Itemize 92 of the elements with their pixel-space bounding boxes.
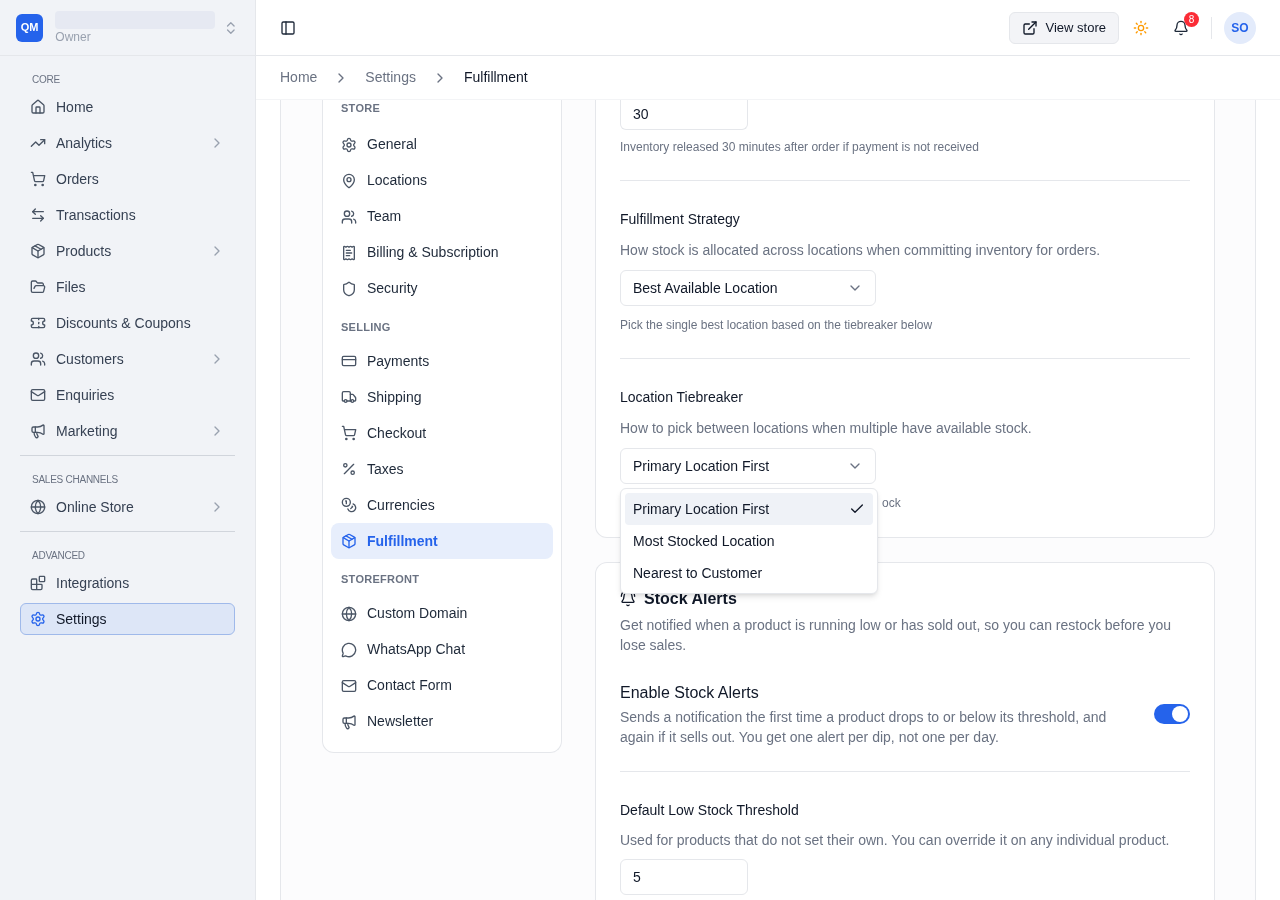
mail-icon (341, 677, 357, 694)
card-icon (341, 353, 357, 369)
number-input[interactable]: 5 (620, 859, 748, 895)
box-icon (30, 243, 46, 259)
section-label: ADVANCED (31, 549, 86, 563)
dropdown-option[interactable]: Nearest to Customer (625, 557, 873, 589)
globe-icon (341, 605, 357, 622)
percent-icon (341, 461, 357, 477)
user-avatar[interactable]: SO (1224, 11, 1256, 44)
settings-nav-item[interactable]: Billing & Subscription (331, 234, 553, 271)
megaphone-icon (341, 713, 357, 730)
house-icon (30, 99, 46, 115)
sidebar-item[interactable]: Files (20, 271, 235, 303)
sidebar-item[interactable]: Online Store (20, 491, 235, 523)
sidebar-item[interactable]: Products (20, 235, 235, 267)
blocks-icon (30, 575, 46, 591)
settings-nav-item[interactable]: Team (331, 198, 553, 235)
field-title: Default Low Stock Threshold (620, 801, 800, 820)
settings-nav-item[interactable]: General (331, 126, 553, 163)
section-label: STORE (340, 101, 382, 116)
chat-icon (341, 641, 357, 658)
section-label: SELLING (340, 319, 392, 335)
field-title: Fulfillment Strategy (620, 210, 741, 229)
settings-nav-item[interactable]: Taxes (331, 451, 553, 487)
users-icon (30, 351, 46, 367)
sidebar-item[interactable]: Discounts & Coupons (20, 307, 235, 339)
sidebar-item[interactable]: Analytics (20, 127, 235, 159)
cart-icon (341, 425, 357, 441)
settings-nav-item[interactable]: Checkout (331, 415, 553, 451)
settings-nav-item[interactable]: WhatsApp Chat (331, 631, 553, 668)
section-label: SALES CHANNELS (31, 473, 119, 487)
settings-nav-item[interactable]: Custom Domain (331, 595, 553, 632)
sidebar-item[interactable]: Home (20, 91, 235, 123)
sidebar-item[interactable]: Enquiries (20, 379, 235, 411)
field-description: How to pick between locations when multiple have available stock. (620, 419, 1033, 438)
sidebar-item[interactable]: Settings (20, 603, 235, 635)
number-input[interactable]: 30 (620, 100, 748, 130)
globe-icon (30, 499, 46, 515)
notification-badge: 8 (1184, 11, 1199, 27)
pin-icon (341, 172, 357, 189)
bell-icon (620, 591, 636, 607)
settings-nav-item[interactable]: Newsletter (331, 703, 553, 740)
folder-icon (30, 279, 46, 295)
section-label: CORE (31, 73, 61, 87)
sidebar-item[interactable]: Marketing (20, 415, 235, 447)
settings-nav-item[interactable]: Security (331, 270, 553, 307)
coins-icon (341, 497, 357, 513)
select-field[interactable]: Primary Location First (620, 448, 876, 484)
sidebar-item[interactable]: Orders (20, 163, 235, 195)
sidebar-item[interactable]: Customers (20, 343, 235, 375)
settings-icon (30, 611, 46, 627)
select-field[interactable]: Best Available Location (620, 270, 876, 306)
shield-icon (341, 280, 357, 297)
settings-nav-item[interactable]: Locations (331, 162, 553, 199)
settings-nav-item[interactable]: Currencies (331, 487, 553, 523)
megaphone-icon (30, 423, 46, 439)
settings-nav-item[interactable]: Contact Form (331, 667, 553, 704)
settings-nav-item[interactable]: Fulfillment (331, 523, 553, 559)
box-icon (341, 533, 357, 549)
ticket-icon (30, 315, 46, 331)
mail-icon (30, 387, 46, 403)
section-label: STOREFRONT (340, 572, 421, 587)
sidebar-toggle-icon[interactable] (280, 19, 296, 36)
sidebar-item[interactable]: Integrations (20, 567, 235, 599)
field-description: Used for products that do not set their own. You can override it on any individual product. (620, 831, 1171, 850)
role-label: Owner (55, 28, 92, 45)
store-avatar: QM (16, 13, 44, 42)
arrows-icon (30, 207, 46, 223)
hint-text: Inventory released 30 minutes after order if payment is not received (620, 139, 980, 156)
field-description: How stock is allocated across locations when committing inventory for orders. (620, 241, 1102, 260)
card-description: Get notified when a product is running low or has sold out, so you can restock before you lose sales. (620, 616, 1172, 655)
field-description: Sends a notification the first time a product drops to or below its threshold, and again if it sells out. You get one alert per dip, not one per day. (620, 708, 1108, 747)
cart-icon (30, 171, 46, 187)
settings-nav-item[interactable]: Shipping (331, 379, 553, 415)
view-store-button[interactable]: View store (1008, 11, 1119, 44)
hint-text: Pick the single best location based on the tiebreaker below (620, 317, 933, 334)
breadcrumb-link[interactable]: Settings (365, 67, 416, 88)
receipt-icon (341, 244, 357, 261)
sidebar-item[interactable]: Transactions (20, 199, 235, 231)
settings-icon (341, 136, 357, 153)
dropdown-option[interactable]: Most Stocked Location (625, 525, 873, 557)
breadcrumb-link[interactable]: Home (280, 67, 318, 88)
dropdown-option[interactable]: Primary Location First (625, 493, 873, 525)
bell-icon[interactable] (1173, 19, 1189, 36)
field-title: Enable Stock Alerts (620, 683, 760, 703)
toggle-switch[interactable] (1154, 704, 1190, 724)
external-link-icon (1021, 19, 1038, 36)
field-title: Location Tiebreaker (620, 388, 744, 407)
hint-text: ock (882, 495, 901, 512)
users-icon (341, 208, 357, 225)
settings-nav-item[interactable]: Payments (331, 343, 553, 379)
truck-icon (341, 389, 357, 405)
